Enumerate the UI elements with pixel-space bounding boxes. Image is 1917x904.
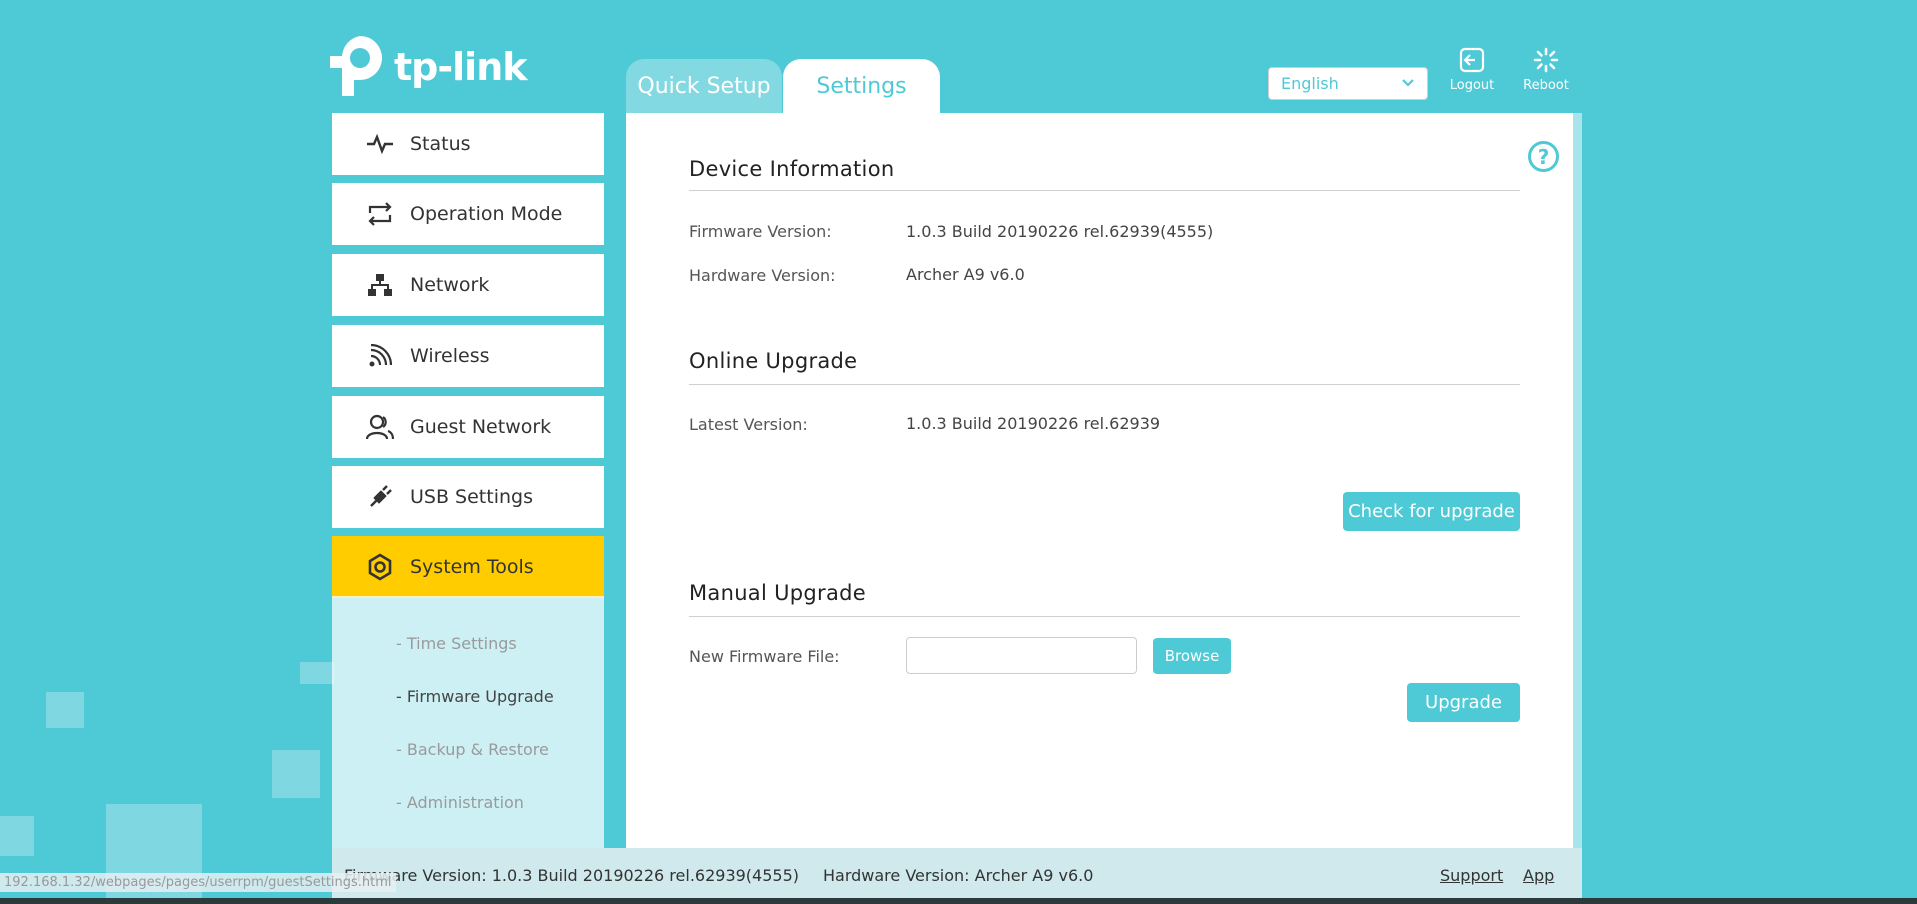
help-icon[interactable]: ? — [1528, 141, 1559, 172]
reboot-label: Reboot — [1523, 78, 1569, 93]
sidebar-item-status[interactable]: Status — [332, 113, 604, 175]
reboot-button[interactable]: Reboot — [1516, 46, 1576, 93]
section-divider — [689, 384, 1520, 385]
scrollbar[interactable] — [1573, 113, 1582, 848]
support-link[interactable]: Support — [1440, 866, 1503, 885]
footer-firmware-version: Firmware Version: 1.0.3 Build 20190226 r… — [344, 866, 799, 885]
firmware-version-value: 1.0.3 Build 20190226 rel.62939(4555) — [906, 222, 1214, 241]
tab-settings[interactable]: Settings — [783, 59, 940, 113]
logout-icon — [1459, 47, 1485, 73]
language-value: English — [1281, 74, 1339, 93]
logout-label: Logout — [1449, 78, 1495, 93]
submenu-item-administration[interactable]: - Administration — [396, 793, 524, 812]
sidebar-item-guest-network[interactable]: Guest Network — [332, 396, 604, 458]
section-title-device-information: Device Information — [689, 157, 895, 181]
footer-hardware-version: Hardware Version: Archer A9 v6.0 — [823, 866, 1094, 885]
section-divider — [689, 616, 1520, 617]
sidebar-item-label: Wireless — [410, 345, 490, 367]
sidebar-item-label: System Tools — [410, 556, 534, 578]
submenu-item-backup-restore[interactable]: - Backup & Restore — [396, 740, 549, 759]
sidebar-item-label: Network — [410, 274, 490, 296]
latest-version-value: 1.0.3 Build 20190226 rel.62939 — [906, 414, 1161, 433]
browser-status-url: 192.168.1.32/webpages/pages/userrpm/gues… — [0, 873, 396, 892]
sidebar-item-label: Status — [410, 133, 471, 155]
gear-icon — [360, 553, 400, 581]
app-link[interactable]: App — [1523, 866, 1554, 885]
firmware-file-input[interactable] — [906, 637, 1137, 674]
sidebar-item-usb-settings[interactable]: USB Settings — [332, 466, 604, 528]
section-title-manual-upgrade: Manual Upgrade — [689, 581, 866, 605]
submenu-item-firmware-upgrade[interactable]: - Firmware Upgrade — [396, 687, 554, 706]
sidebar-item-operation-mode[interactable]: Operation Mode — [332, 183, 604, 245]
section-title-online-upgrade: Online Upgrade — [689, 349, 858, 373]
upgrade-button[interactable]: Upgrade — [1407, 683, 1520, 722]
browse-button[interactable]: Browse — [1153, 638, 1231, 674]
reboot-icon — [1533, 47, 1559, 73]
sidebar-item-wireless[interactable]: Wireless — [332, 325, 604, 387]
sidebar-item-label: USB Settings — [410, 486, 533, 508]
sidebar-item-label: Operation Mode — [410, 203, 563, 225]
chevron-down-icon — [1401, 76, 1415, 92]
hardware-version-label: Hardware Version: — [689, 266, 836, 285]
network-icon — [360, 273, 400, 297]
users-icon — [360, 414, 400, 440]
hardware-version-value: Archer A9 v6.0 — [906, 265, 1025, 284]
decorative-square — [272, 750, 320, 798]
usb-icon — [360, 485, 400, 509]
logo-text: tp-link — [394, 45, 528, 89]
tp-link-logo: tp-link — [330, 34, 528, 98]
sidebar-item-network[interactable]: Network — [332, 254, 604, 316]
firmware-version-label: Firmware Version: — [689, 222, 832, 241]
swap-icon — [360, 201, 400, 227]
logout-button[interactable]: Logout — [1442, 46, 1502, 93]
decorative-square — [300, 662, 334, 684]
section-divider — [689, 190, 1520, 191]
decorative-square — [46, 692, 84, 728]
new-firmware-file-label: New Firmware File: — [689, 647, 840, 666]
submenu-item-time-settings[interactable]: - Time Settings — [396, 634, 517, 653]
sidebar-item-system-tools[interactable]: System Tools — [332, 536, 604, 598]
wifi-icon — [360, 344, 400, 368]
check-for-upgrade-button[interactable]: Check for upgrade — [1343, 492, 1520, 531]
sidebar-item-label: Guest Network — [410, 416, 552, 438]
tab-quick-setup[interactable]: Quick Setup — [626, 59, 782, 113]
pulse-icon — [360, 134, 400, 154]
decorative-square — [0, 816, 34, 856]
language-select[interactable]: English — [1268, 67, 1428, 100]
tp-link-logo-mark — [330, 36, 382, 96]
taskbar-edge — [0, 898, 1917, 904]
latest-version-label: Latest Version: — [689, 415, 808, 434]
